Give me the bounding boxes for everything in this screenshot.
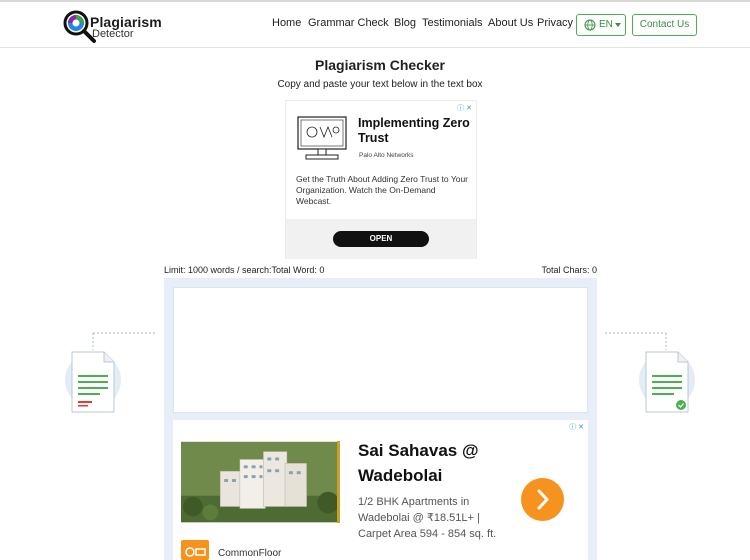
nav-privacy[interactable]: Privacy <box>537 17 573 29</box>
nav-home[interactable]: Home <box>272 17 301 29</box>
ad2-title: Sai Sahavas @ Wadebolai <box>358 441 479 485</box>
arrow-right-icon <box>537 489 549 510</box>
ad1-open-button[interactable]: OPEN <box>333 231 429 247</box>
nav-about-us[interactable]: About Us <box>488 17 533 29</box>
language-selector[interactable]: EN <box>576 14 626 36</box>
site-logo[interactable]: Plagiarism Detector <box>63 8 183 44</box>
globe-icon <box>584 19 596 31</box>
ad2-brand: CommonFloor <box>218 548 282 559</box>
monitor-icon <box>297 116 347 160</box>
nav-grammar-check[interactable]: Grammar Check <box>308 17 389 29</box>
word-limit-text: Limit: 1000 words / search:Total Word: 0 <box>164 265 325 275</box>
nav-testimonials[interactable]: Testimonials <box>422 17 483 29</box>
ad1-description: Get the Truth About Adding Zero Trust to… <box>296 174 469 206</box>
ad-choices-icon[interactable]: ⓘ ✕ <box>569 422 584 432</box>
text-input-box[interactable] <box>173 287 588 413</box>
logo-subtitle: Detector <box>92 28 134 40</box>
commonfloor-logo <box>181 540 209 560</box>
ad2-go-button[interactable] <box>521 478 564 521</box>
page-subtitle: Copy and paste your text below in the te… <box>277 79 483 90</box>
site-header: Plagiarism Detector Home Grammar Check B… <box>0 2 750 48</box>
document-icon <box>605 332 695 413</box>
ad2-description: 1/2 BHK Apartments in Wadebolai @ ₹18.51… <box>358 496 497 540</box>
apartment-photo <box>181 441 340 523</box>
contact-us-button[interactable]: Contact Us <box>632 14 697 36</box>
ad1-brand: Palo Alto Networks <box>359 152 414 159</box>
language-label: EN <box>599 19 613 30</box>
ad-choices-icon[interactable]: ⓘ ✕ <box>457 103 472 113</box>
ad1-title: Implementing Zero Trust <box>358 116 470 145</box>
ad1-footer: OPEN <box>286 219 476 259</box>
ad-banner-sai-sahavas[interactable]: ⓘ ✕ Sai Sahavas @ Wadebolai 1/2 BHK Apar… <box>173 420 588 560</box>
caret-down-icon <box>615 23 621 27</box>
checker-panel: ⓘ ✕ Sai Sahavas @ Wadebolai 1/2 BHK Apar… <box>164 278 597 560</box>
document-icon <box>65 332 155 413</box>
page-title: Plagiarism Checker <box>315 57 445 73</box>
check-icon <box>676 400 686 410</box>
ad-banner-zero-trust[interactable]: ⓘ ✕ Implementing Zero Trust Palo Alto Ne… <box>285 100 477 259</box>
total-chars-text: Total Chars: 0 <box>541 265 597 275</box>
nav-blog[interactable]: Blog <box>394 17 416 29</box>
